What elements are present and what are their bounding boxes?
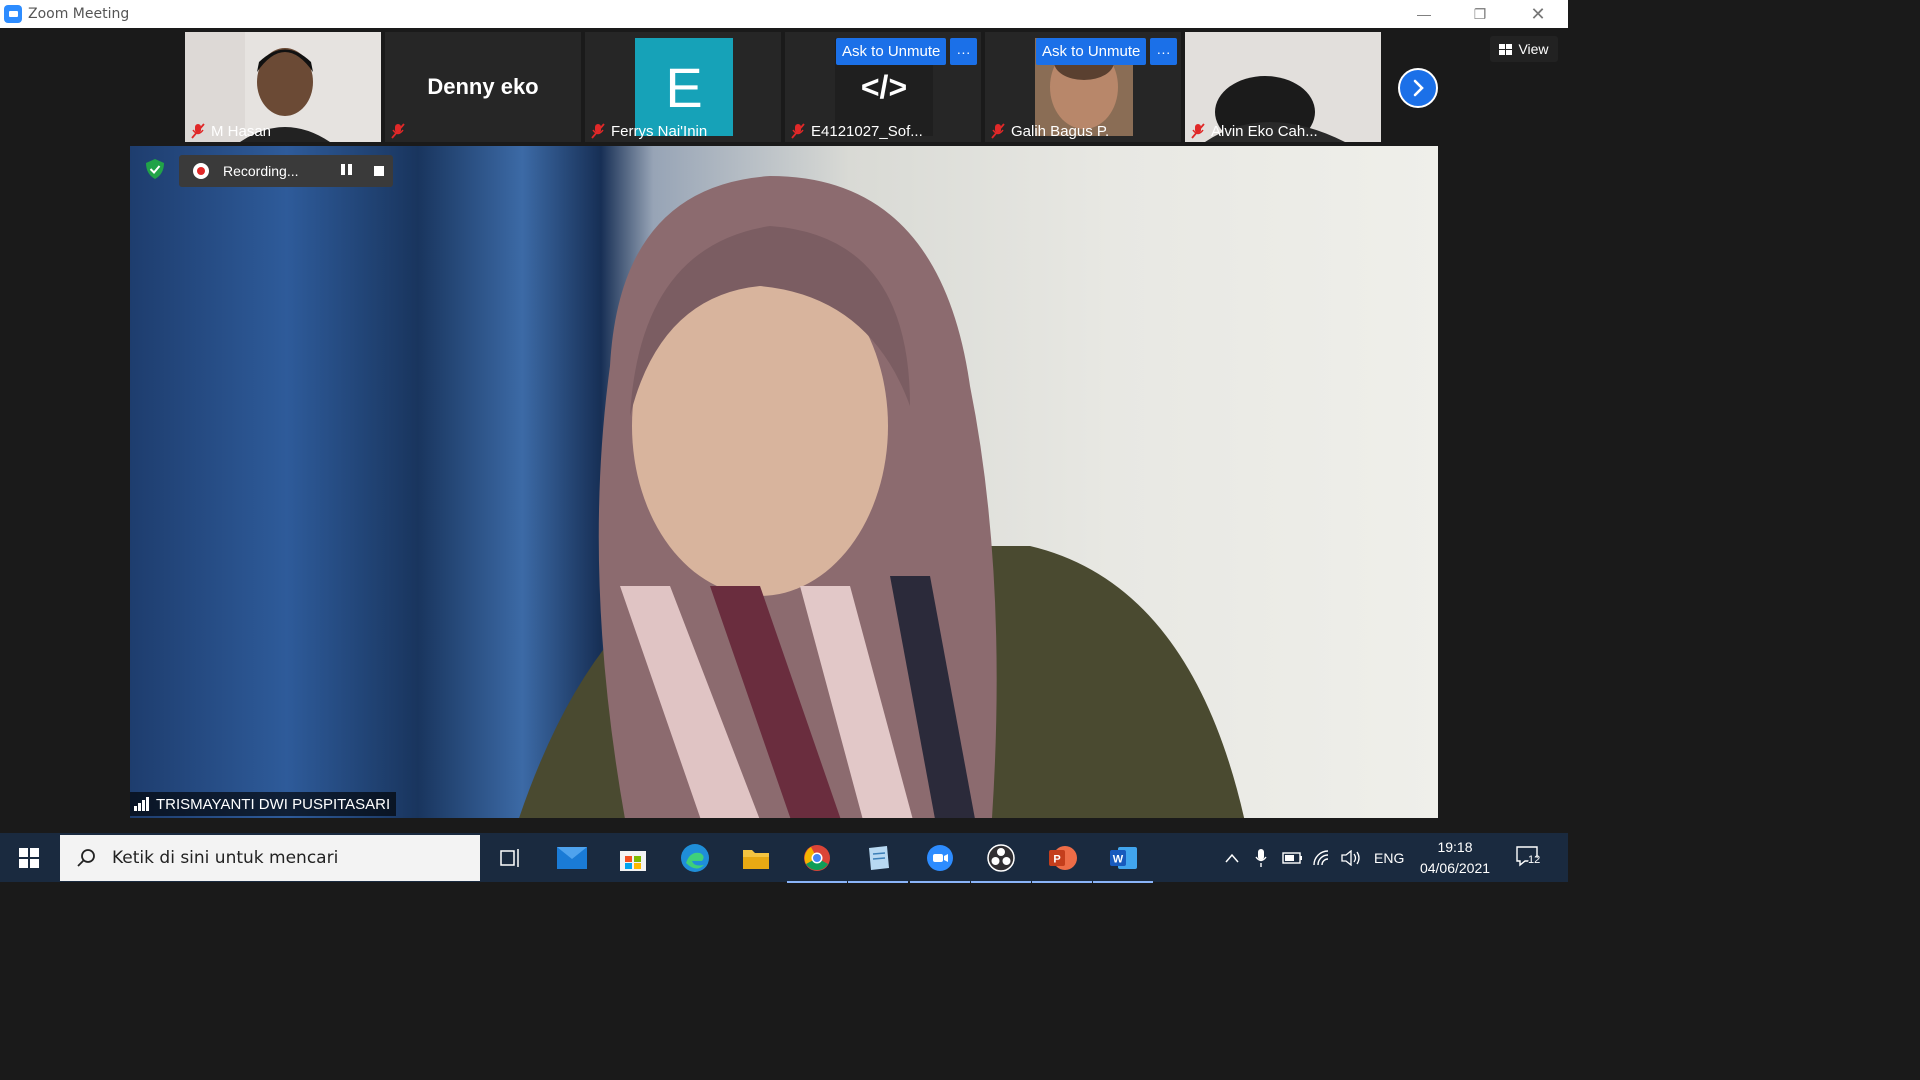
- windows-logo-icon: [19, 847, 39, 868]
- participant-tile[interactable]: E Ferrys Nai'Inin: [585, 32, 781, 142]
- windows-taskbar: Ketik di sini untuk mencari P W ENG 19:1…: [0, 833, 1568, 883]
- view-button[interactable]: View: [1490, 36, 1558, 62]
- clock-time: 19:18: [1437, 839, 1473, 855]
- participant-name: M Hasan: [211, 123, 272, 140]
- active-speaker-video: [130, 146, 1438, 818]
- participant-name: Galih Bagus P.: [1011, 123, 1110, 140]
- title-bar: Zoom Meeting — ❐ ✕: [0, 0, 1568, 28]
- muted-mic-icon: [1191, 123, 1205, 139]
- wifi-icon[interactable]: [1312, 833, 1332, 882]
- taskbar-search-box[interactable]: Ketik di sini untuk mencari: [60, 835, 480, 881]
- minimize-button[interactable]: —: [1396, 0, 1452, 28]
- recording-indicator: Recording...: [179, 155, 393, 187]
- svg-text:P: P: [1053, 854, 1060, 866]
- word-icon[interactable]: W: [1093, 842, 1153, 883]
- search-icon: [77, 849, 95, 867]
- microsoft-store-icon[interactable]: [617, 842, 649, 874]
- obs-icon[interactable]: [971, 842, 1031, 883]
- input-language[interactable]: ENG: [1374, 833, 1404, 882]
- chrome-icon[interactable]: [787, 842, 847, 883]
- notepad-icon[interactable]: [848, 842, 908, 883]
- edge-browser-icon[interactable]: [679, 842, 711, 874]
- chevron-right-icon: [1413, 79, 1424, 97]
- more-options-button[interactable]: ···: [950, 38, 977, 65]
- meeting-area: M Hasan Denny eko E Ferrys Nai'Inin </> …: [0, 28, 1568, 833]
- recording-dot-icon: [193, 163, 209, 179]
- active-speaker-label: TRISMAYANTI DWI PUSPITASARI: [130, 792, 397, 816]
- powerpoint-icon[interactable]: P: [1032, 842, 1092, 883]
- clock-date: 04/06/2021: [1419, 860, 1491, 876]
- participant-name: Alvin Eko Cah...: [1211, 123, 1318, 140]
- task-view-icon[interactable]: [494, 842, 526, 874]
- close-button[interactable]: ✕: [1510, 0, 1566, 28]
- participant-tile[interactable]: Alvin Eko Cah...: [1185, 32, 1381, 142]
- mail-icon[interactable]: [556, 842, 588, 874]
- zoom-icon[interactable]: [910, 842, 970, 883]
- next-page-button[interactable]: [1398, 68, 1438, 108]
- stop-recording-button[interactable]: [374, 166, 384, 176]
- active-speaker-name: TRISMAYANTI DWI PUSPITASARI: [156, 795, 391, 813]
- ask-to-unmute-button[interactable]: Ask to Unmute: [1036, 38, 1147, 65]
- participant-avatar: E: [635, 38, 733, 136]
- view-button-label: View: [1518, 41, 1549, 57]
- zoom-app-icon: [4, 5, 22, 23]
- participant-tile[interactable]: </> Ask to Unmute ··· E4121027_Sof...: [785, 32, 981, 142]
- participant-name: Ferrys Nai'Inin: [611, 123, 708, 140]
- more-options-button[interactable]: ···: [1150, 38, 1177, 65]
- start-button[interactable]: [0, 833, 58, 882]
- ask-to-unmute-button[interactable]: Ask to Unmute: [836, 38, 947, 65]
- microphone-tray-icon[interactable]: [1254, 833, 1268, 882]
- muted-mic-icon: [791, 123, 805, 139]
- signal-strength-icon: [134, 797, 149, 811]
- restore-button[interactable]: ❐: [1452, 0, 1508, 28]
- muted-mic-icon: [991, 123, 1005, 139]
- window-title: Zoom Meeting: [28, 6, 130, 22]
- battery-icon[interactable]: [1282, 833, 1304, 882]
- participant-tile[interactable]: Ask to Unmute ··· Galih Bagus P.: [985, 32, 1181, 142]
- grid-view-icon: [1499, 43, 1513, 55]
- notification-count: 12: [1528, 854, 1541, 866]
- search-placeholder: Ketik di sini untuk mencari: [112, 848, 339, 868]
- chevron-up-icon: [1225, 853, 1239, 862]
- volume-icon[interactable]: [1340, 833, 1362, 882]
- muted-mic-icon: [391, 123, 405, 139]
- pause-recording-button[interactable]: [341, 164, 353, 178]
- show-hidden-icons-button[interactable]: [1222, 833, 1242, 882]
- participant-name: E4121027_Sof...: [811, 123, 923, 140]
- muted-mic-icon: [191, 123, 205, 139]
- participant-display-name: Denny eko: [427, 74, 539, 99]
- action-center-button[interactable]: 12: [1515, 845, 1541, 869]
- svg-text:W: W: [1113, 854, 1124, 866]
- speaker-video-frame: [519, 176, 1245, 818]
- taskbar-clock[interactable]: 19:18 04/06/2021: [1412, 837, 1498, 879]
- muted-mic-icon: [591, 123, 605, 139]
- recording-label: Recording...: [223, 163, 299, 179]
- security-shield-icon: [146, 159, 164, 179]
- participant-tile[interactable]: M Hasan: [185, 32, 381, 142]
- file-explorer-icon[interactable]: [740, 842, 772, 874]
- participant-tile[interactable]: Denny eko: [385, 32, 581, 142]
